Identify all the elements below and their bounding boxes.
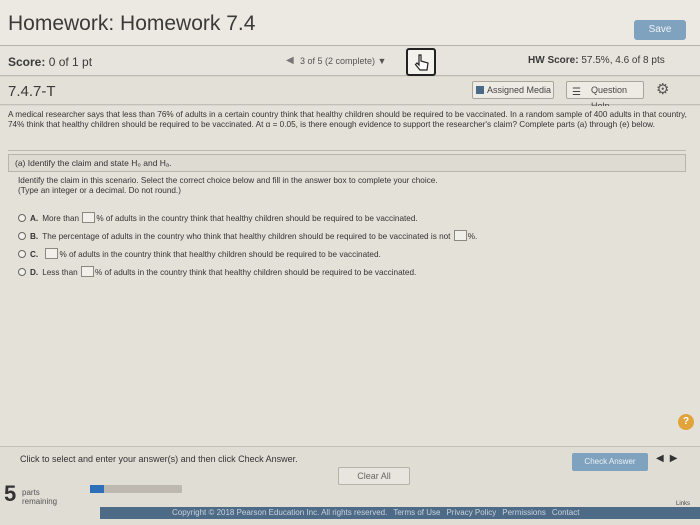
- choice-letter: B.: [30, 232, 39, 241]
- footer: Click to select and enter your answer(s)…: [0, 446, 700, 525]
- section-id: 7.4.7-T: [8, 83, 56, 100]
- gear-icon[interactable]: ⚙: [656, 80, 669, 98]
- choice-text-post: % of adults in the country think that he…: [59, 250, 381, 259]
- media-icon: [476, 86, 484, 94]
- choice-text-pre: Less than: [42, 268, 78, 277]
- permissions-link[interactable]: Permissions: [502, 508, 546, 517]
- hw-score: HW Score: 57.5%, 4.6 of 8 pts: [528, 55, 665, 66]
- parts-label-line2: remaining: [22, 497, 58, 506]
- part-a-header: (a) Identify the claim and state H₀ and …: [8, 154, 686, 172]
- sub-bar: 7.4.7-T Assigned Media ☰ Question Help ⚙: [0, 77, 700, 111]
- divider: [8, 150, 686, 151]
- question-help-button[interactable]: ☰ Question Help: [566, 81, 644, 111]
- next-question-button[interactable]: [406, 48, 436, 76]
- choice-text-post: % of adults in the country think that he…: [96, 214, 418, 223]
- contact-link[interactable]: Contact: [552, 508, 580, 517]
- choice-letter: D.: [30, 268, 39, 277]
- title-bar: Homework: Homework 7.4 Save: [0, 0, 700, 46]
- check-answer-button[interactable]: Check Answer: [572, 453, 648, 471]
- assigned-media-button[interactable]: Assigned Media: [472, 81, 554, 99]
- assigned-media-label: Assigned Media: [487, 85, 552, 95]
- parts-label-line1: parts: [22, 488, 40, 497]
- copyright-strip: Copyright © 2018 Pearson Education Inc. …: [100, 507, 700, 519]
- score-value: 0 of 1 pt: [48, 55, 93, 69]
- radio-button[interactable]: [18, 232, 26, 240]
- answer-box[interactable]: [453, 230, 467, 241]
- copyright-text: Copyright © 2018 Pearson Education Inc. …: [172, 508, 388, 517]
- instruction-message: Click to select and enter your answer(s)…: [20, 454, 298, 464]
- choice-text-pre: The percentage of adults in the country …: [42, 232, 451, 241]
- privacy-link[interactable]: Privacy Policy: [446, 508, 496, 517]
- answer-box[interactable]: [80, 266, 94, 277]
- question-select[interactable]: 3 of 5 (2 complete) ▼: [300, 53, 400, 69]
- hw-score-label: HW Score:: [528, 55, 579, 66]
- parts-progress-fill: [90, 485, 104, 493]
- choice-c[interactable]: C. % of adults in the country think that…: [18, 248, 678, 261]
- parts-progress-bar: [90, 485, 182, 493]
- parts-remaining-label: parts remaining: [22, 488, 57, 506]
- save-button[interactable]: Save: [634, 20, 686, 40]
- instruction-line-1: Identify the claim in this scenario. Sel…: [18, 176, 438, 185]
- score-bar: Score: 0 of 1 pt ◀ 3 of 5 (2 complete) ▼…: [0, 46, 700, 76]
- score: Score: 0 of 1 pt: [8, 55, 92, 69]
- choice-text-pre: More than: [42, 214, 80, 223]
- next-arrow-icon[interactable]: ▶: [670, 453, 684, 464]
- instruction-line-2: (Type an integer or a decimal. Do not ro…: [18, 186, 181, 195]
- choice-text-post: %.: [467, 232, 478, 241]
- clear-all-button[interactable]: Clear All: [338, 467, 410, 485]
- links-label[interactable]: Links: [676, 501, 690, 507]
- question-nav: ◀▶: [656, 453, 683, 464]
- hw-score-value: 57.5%, 4.6 of 8 pts: [581, 55, 665, 66]
- prev-arrow-icon[interactable]: ◀: [286, 55, 294, 66]
- radio-button[interactable]: [18, 214, 26, 222]
- page-title: Homework: Homework 7.4: [8, 12, 256, 35]
- radio-button[interactable]: [18, 250, 26, 258]
- choice-b[interactable]: B. The percentage of adults in the countr…: [18, 230, 678, 243]
- list-icon: ☰: [572, 87, 581, 98]
- parts-remaining-count: 5: [4, 481, 17, 506]
- choice-a[interactable]: A. More than % of adults in the country t…: [18, 212, 678, 225]
- choice-d[interactable]: D. Less than % of adults in the country t…: [18, 266, 678, 279]
- answer-box[interactable]: [45, 248, 59, 259]
- answer-box[interactable]: [82, 212, 96, 223]
- radio-button[interactable]: [18, 268, 26, 276]
- choice-letter: C.: [30, 250, 39, 259]
- score-label: Score:: [8, 55, 46, 69]
- question-content: A medical researcher says that less than…: [0, 106, 700, 446]
- cursor-hand-icon: [414, 54, 429, 71]
- help-icon[interactable]: ?: [678, 414, 694, 430]
- instructions: Identify the claim in this scenario. Sel…: [18, 176, 678, 196]
- choice-letter: A.: [30, 214, 39, 223]
- choice-text-post: % of adults in the country think that he…: [94, 268, 417, 277]
- terms-link[interactable]: Terms of Use: [393, 508, 440, 517]
- prev-arrow-icon[interactable]: ◀: [656, 453, 670, 464]
- problem-statement: A medical researcher says that less than…: [8, 110, 687, 129]
